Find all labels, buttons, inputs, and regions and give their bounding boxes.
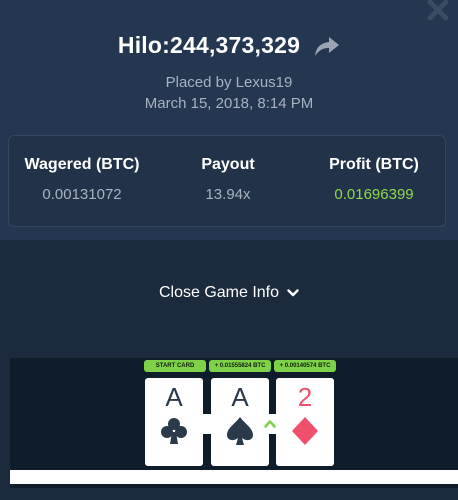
- spade-icon: [227, 417, 253, 445]
- bet-title: Hilo:244,373,329: [117, 31, 301, 58]
- close-game-info-label: Close Game Info: [158, 284, 280, 301]
- share-icon[interactable]: [314, 35, 340, 57]
- profit-value: 0.01696399: [334, 186, 414, 203]
- wagered-value: 0.00131072: [42, 186, 122, 203]
- card-3-profit-badge: + 0.00140574 BTC: [274, 360, 336, 372]
- payout-value: 13.94x: [205, 186, 251, 203]
- board-footer-strip: [10, 470, 458, 484]
- card-2-profit-badge: + 0.01555824 BTC: [209, 360, 271, 372]
- card-1-rank: A: [165, 382, 183, 412]
- bet-date: March 15, 2018, 8:14 PM: [144, 95, 314, 112]
- card-3-rank: 2: [297, 382, 313, 412]
- close-game-info-button[interactable]: Close Game Info: [0, 280, 458, 306]
- club-icon: [161, 418, 187, 444]
- diamond-icon: [292, 417, 318, 445]
- bet-info-panel: Hilo:244,373,329 Placed by Lexus19 March…: [0, 0, 458, 240]
- bet-title-row: Hilo:244,373,329: [0, 28, 458, 62]
- higher-arrow-icon: [264, 420, 276, 428]
- start-card-badge: START CARD: [144, 360, 206, 372]
- card-1: A: [145, 378, 203, 466]
- card-3: 2: [276, 378, 334, 466]
- wagered-label: Wagered (BTC): [24, 156, 140, 173]
- placed-by: Placed by Lexus19: [165, 74, 293, 91]
- chevron-down-icon: [287, 289, 299, 297]
- stats-box: Wagered (BTC) 0.00131072 Payout 13.94x P…: [8, 135, 446, 227]
- payout-label: Payout: [201, 156, 255, 173]
- card-2-rank: A: [231, 382, 249, 412]
- close-icon[interactable]: [424, 0, 452, 24]
- profit-label: Profit (BTC): [329, 156, 419, 173]
